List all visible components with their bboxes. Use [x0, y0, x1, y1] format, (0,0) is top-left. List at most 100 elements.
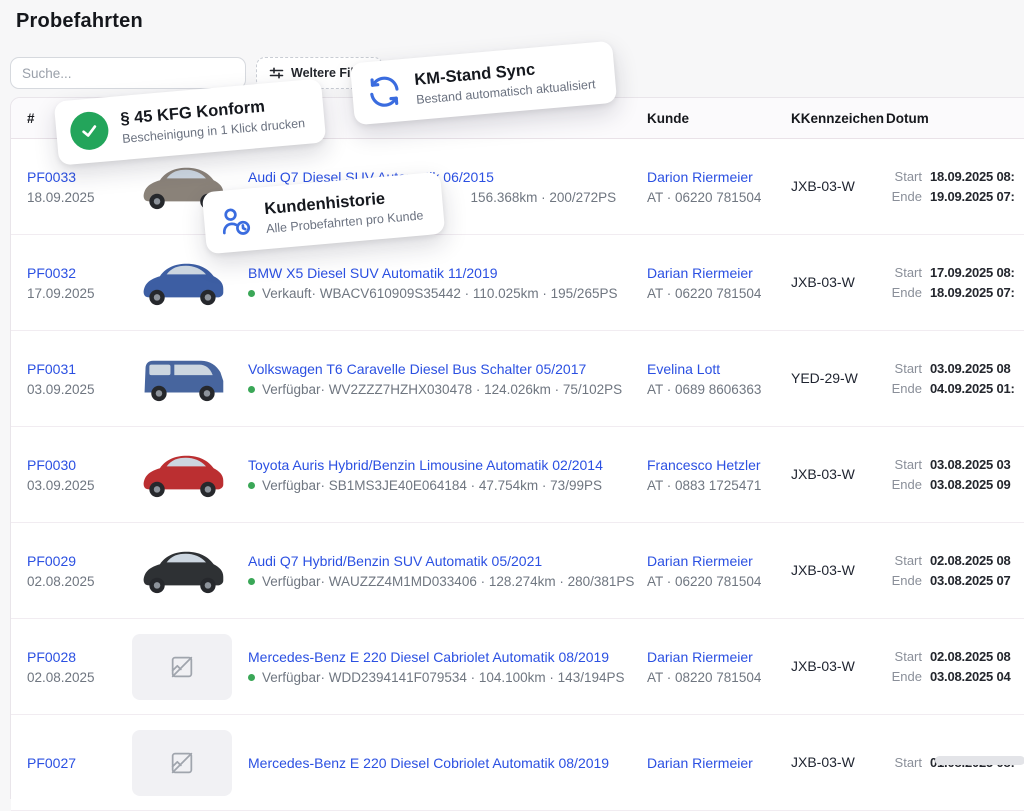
- datum-label: Ende: [886, 285, 922, 300]
- vehicle-image-placeholder-icon: [132, 634, 232, 700]
- customer-link[interactable]: Francesco Hetzler: [647, 457, 791, 473]
- vehicle-details: · WBACV610909S35442 · 110.025km · 195/26…: [312, 286, 618, 301]
- vehicle-link[interactable]: Toyota Auris Hybrid/Benzin Limousine Aut…: [248, 457, 647, 473]
- vehicle-thumbnail: [132, 538, 232, 604]
- datum-value: 03.08.2025 07: [930, 573, 1011, 588]
- datum-label: Ende: [886, 669, 922, 684]
- status-dot-icon: [248, 290, 255, 297]
- search-input[interactable]: [10, 57, 246, 89]
- datum-label: Ende: [886, 381, 922, 396]
- probefahrt-id-link[interactable]: PF0027: [27, 755, 132, 771]
- datum-value: 19.09.2025 07:: [930, 189, 1015, 204]
- header-datum: Dotum: [886, 111, 1024, 126]
- probefahrten-table: # Kunde KKennzeichen Dotum PF003318.09.2…: [10, 97, 1024, 799]
- vehicle-link[interactable]: Audi Q7 Hybrid/Benzin SUV Automatik 05/2…: [248, 553, 647, 569]
- datum-value: 17.09.2025 08:: [930, 265, 1015, 280]
- vehicle-link[interactable]: BMW X5 Diesel SUV Automatik 11/2019: [248, 265, 647, 281]
- customer-contact: AT · 0689 8606363: [647, 382, 791, 397]
- datum-start: Start 18.09.2025 08:: [886, 169, 1024, 184]
- vehicle-meta: Verfügbar · WDD2394141F079534 · 104.100k…: [248, 670, 647, 685]
- datum-label: Start: [886, 265, 922, 280]
- datum-label: Start: [886, 755, 922, 770]
- datum-end: Ende 18.09.2025 07:: [886, 285, 1024, 300]
- datum-value: 18.09.2025 08:: [930, 169, 1015, 184]
- vehicle-link[interactable]: Audi Q7 Diesel SUV Automatik 06/2015: [248, 169, 647, 185]
- status-text: Verfügbar: [262, 382, 321, 397]
- status-dot-icon: [248, 674, 255, 681]
- customer-contact: AT · 0883 1725471: [647, 478, 791, 493]
- customer-link[interactable]: Darian Riermeier: [647, 265, 791, 281]
- table-row: PF0027 Mercedes-Benz E 220 Diesel Cobrio…: [11, 715, 1024, 811]
- customer-history-icon: [217, 202, 254, 239]
- table-row: PF0031 03.09.2025 Volkswagen T6 Caravelle…: [11, 331, 1024, 427]
- datum-value: 03.08.2025 04: [930, 669, 1011, 684]
- datum-label: Start: [886, 169, 922, 184]
- toolbar: Weltere Filter: [10, 57, 383, 89]
- vehicle-thumbnail: [132, 442, 232, 508]
- table-row: PF0029 02.08.2025 Audi Q7 Hybrid/Benzin S…: [11, 523, 1024, 619]
- datum-label: Start: [886, 361, 922, 376]
- datum-value: 04.09.2025 01:: [930, 381, 1015, 396]
- license-plate: JXB-03-W: [791, 658, 855, 674]
- status-text: Verfügbar: [262, 670, 321, 685]
- datum-end: Ende 03.08.2025 07: [886, 573, 1024, 588]
- status-dot-icon: [248, 386, 255, 393]
- vehicle-link[interactable]: Mercedes-Benz E 220 Diesel Cobriolet Aut…: [248, 755, 647, 771]
- status-text: Verkauft: [262, 286, 312, 301]
- sliders-filter-icon: [269, 66, 284, 80]
- status-text: Verfügbar: [262, 478, 321, 493]
- datum-label: Ende: [886, 477, 922, 492]
- vehicle-link[interactable]: Volkswagen T6 Caravelle Diesel Bus Schal…: [248, 361, 647, 377]
- datum-end: Ende 03.08.2025 04: [886, 669, 1024, 684]
- probefahrt-id-link[interactable]: PF0033: [27, 169, 132, 185]
- probefahrt-id-link[interactable]: PF0028: [27, 649, 132, 665]
- probefahrt-id-link[interactable]: PF0029: [27, 553, 132, 569]
- vehicle-meta: Verkauft · WBACV610909S35442 · 110.025km…: [248, 286, 647, 301]
- status-dot-icon: [248, 578, 255, 585]
- vehicle-details: 156.368km · 200/272PS: [471, 190, 617, 205]
- datum-end: Ende03.08.2025 09: [886, 477, 1024, 492]
- probefahrt-id-link[interactable]: PF0030: [27, 457, 132, 473]
- datum-value: 18.09.2025 07:: [930, 285, 1015, 300]
- vehicle-details: · WDD2394141F079534 · 104.100km · 143/19…: [321, 670, 625, 685]
- status-text: Verfügbar: [262, 574, 321, 589]
- vehicle-details: · SB1MS3JE40E064184 · 47.754km · 73/99PS: [321, 478, 602, 493]
- status-dot-icon: [248, 482, 255, 489]
- table-body: PF0033 18.09.2025 Audi Q7 Diesel SUV Auto…: [11, 139, 1024, 811]
- table-row: PF003217.09.2025 BMW X5 Diesel SUV Autom…: [11, 235, 1024, 331]
- probefahrt-id-link[interactable]: PF0032: [27, 265, 132, 281]
- table-row: PF002802.08.2025 Mercedes-Benz E 220 Die…: [11, 619, 1024, 715]
- page-title: Probefahrten: [16, 10, 143, 33]
- datum-value: 03.09.2025 08: [930, 361, 1011, 376]
- datum-value: 02.08.2025 08: [930, 649, 1011, 664]
- customer-link[interactable]: Darian Riermeier: [647, 553, 791, 569]
- vehicle-details: · WV2ZZZ7HZHX030478 · 124.026km · 75/102…: [321, 382, 623, 397]
- check-circle-icon: [69, 110, 110, 151]
- datum-value: 02.08.2025 08: [930, 553, 1011, 568]
- datum-value: 03.08.2025 03: [930, 457, 1011, 472]
- datum-start: Start 17.09.2025 08:: [886, 265, 1024, 280]
- datum-label: Start: [886, 553, 922, 568]
- datum-label: Ende: [886, 573, 922, 588]
- horizontal-scrollbar-thumb[interactable]: [935, 756, 1024, 765]
- license-plate: JXB-03-W: [791, 466, 855, 482]
- customer-link[interactable]: Darian Riermeier: [647, 649, 791, 665]
- license-plate: YED-29-W: [791, 370, 858, 386]
- license-plate: JXB-03-W: [791, 562, 855, 578]
- license-plate: JXB-03-W: [791, 274, 855, 290]
- customer-contact: AT · 06220 781504: [647, 286, 791, 301]
- customer-link[interactable]: Evelina Lott: [647, 361, 791, 377]
- probefahrt-id-link[interactable]: PF0031: [27, 361, 132, 377]
- datum-label: Start: [886, 649, 922, 664]
- customer-link[interactable]: Darion Riermeier: [647, 169, 791, 185]
- header-kunde: Kunde: [647, 111, 791, 126]
- customer-contact: AT · 08220 781504: [647, 670, 791, 685]
- created-date: 03.09.2025: [27, 382, 132, 397]
- vehicle-image-placeholder-icon: [132, 730, 232, 796]
- vehicle-meta: Verfügbar · SB1MS3JE40E064184 · 47.754km…: [248, 478, 647, 493]
- customer-link[interactable]: Darian Riermeier: [647, 755, 791, 771]
- vehicle-link[interactable]: Mercedes-Benz E 220 Diesel Cabriolet Aut…: [248, 649, 647, 665]
- created-date: 02.08.2025: [27, 574, 132, 589]
- table-row: PF003003.09.2025 Toyota Auris Hybrid/Ben…: [11, 427, 1024, 523]
- created-date: 18.09.2025: [27, 190, 132, 205]
